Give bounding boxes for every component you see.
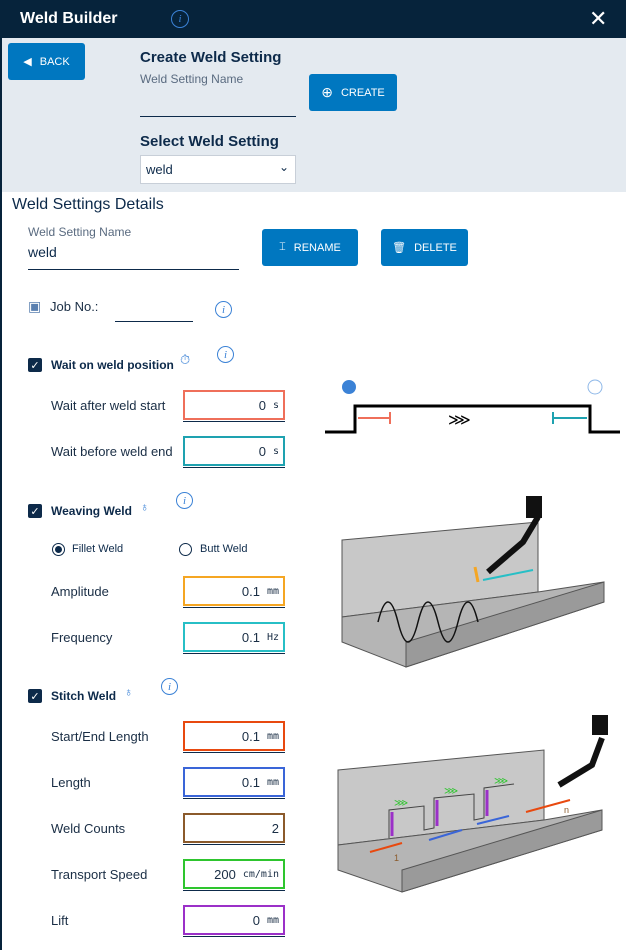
unit: Hz: [266, 631, 279, 643]
new-name-input[interactable]: [140, 90, 296, 117]
unit: mm: [266, 914, 279, 926]
wait-diagram: ⋙: [325, 379, 620, 434]
name-label: Weld Setting Name: [28, 225, 132, 239]
frequency-label: Frequency: [51, 630, 113, 645]
rename-icon: ⌶: [279, 241, 286, 253]
speed-input[interactable]: 200 cm/min: [183, 859, 285, 891]
wait-after-label: Wait after weld start: [51, 398, 166, 413]
value: 0: [252, 912, 260, 928]
timer-icon: ⏱: [180, 352, 191, 367]
wait-label: Wait on weld position: [51, 358, 174, 372]
value: 0: [258, 443, 266, 459]
unit: mm: [266, 585, 279, 597]
info-icon[interactable]: i: [215, 301, 232, 318]
window-title: Weld Builder: [20, 10, 118, 27]
delete-label: DELETE: [414, 241, 457, 254]
svg-text:⋙: ⋙: [448, 410, 471, 429]
back-label: BACK: [39, 55, 70, 68]
butt-label: Butt Weld: [200, 543, 248, 555]
rename-label: RENAME: [293, 241, 341, 254]
create-title: Create Weld Setting: [140, 49, 282, 66]
wait-before-input[interactable]: 0s: [183, 436, 285, 468]
unit: s: [272, 445, 279, 457]
stitch-illustration: ⋙ ⋙ ⋙ 1 n: [337, 715, 608, 893]
select-value: weld: [146, 162, 173, 177]
weaving-icon: ♁: [140, 500, 149, 514]
value: 0.1: [241, 583, 260, 599]
info-icon[interactable]: i: [217, 346, 234, 363]
trash-icon: 🗑: [392, 242, 407, 254]
wait-after-input[interactable]: 0s: [183, 390, 285, 422]
create-label: CREATE: [340, 86, 385, 99]
delete-button[interactable]: 🗑 DELETE: [381, 229, 468, 266]
value: 200: [214, 866, 236, 882]
details-title: Weld Settings Details: [12, 196, 164, 213]
lift-label: Lift: [51, 913, 69, 928]
counts-label: Weld Counts: [51, 821, 126, 836]
unit: s: [272, 399, 279, 411]
amplitude-label: Amplitude: [51, 584, 109, 599]
info-icon[interactable]: i: [176, 492, 193, 509]
back-arrow-icon: ◀: [23, 56, 32, 68]
create-button[interactable]: ⊕ CREATE: [309, 74, 397, 111]
weaving-illustration: [341, 496, 605, 668]
unit: mm: [266, 776, 279, 788]
value: 0.1: [241, 728, 260, 744]
start-end-label: Start/End Length: [51, 729, 149, 744]
select-title: Select Weld Setting: [140, 133, 279, 150]
weld-setting-select[interactable]: weld ⌄: [140, 155, 296, 184]
job-label: Job No.:: [50, 299, 99, 314]
fillet-radio[interactable]: [52, 543, 65, 556]
name-input[interactable]: weld: [28, 244, 239, 270]
butt-radio[interactable]: [179, 543, 192, 556]
unit: mm: [266, 730, 279, 742]
rename-button[interactable]: ⌶ RENAME: [262, 229, 358, 266]
stitch-label: Stitch Weld: [51, 689, 117, 703]
stitch-icon: ♁: [124, 685, 133, 699]
amplitude-input[interactable]: 0.1 mm: [183, 576, 285, 608]
new-name-label: Weld Setting Name: [140, 72, 244, 86]
wait-before-label: Wait before weld end: [51, 444, 173, 459]
fillet-label: Fillet Weld: [72, 543, 124, 555]
svg-text:⋙: ⋙: [494, 776, 508, 787]
start-end-input[interactable]: 0.1 mm: [183, 721, 285, 753]
lift-input[interactable]: 0 mm: [183, 905, 285, 937]
length-label: Length: [51, 775, 91, 790]
weaving-label: Weaving Weld: [51, 504, 132, 518]
length-input[interactable]: 0.1 mm: [183, 767, 285, 799]
counts-input[interactable]: 2: [183, 813, 285, 845]
wait-checkbox[interactable]: ✓: [28, 358, 42, 372]
frequency-input[interactable]: 0.1 Hz: [183, 622, 285, 654]
chevron-down-icon: ⌄: [278, 160, 289, 174]
job-icon: ▣: [28, 298, 42, 314]
plus-circle-icon: ⊕: [321, 84, 333, 100]
back-button[interactable]: ◀ BACK: [8, 43, 85, 80]
weaving-checkbox[interactable]: ✓: [28, 504, 42, 518]
job-input[interactable]: [115, 300, 193, 322]
value: 0.1: [241, 629, 260, 645]
stitch-label-end: n: [564, 805, 569, 815]
info-icon[interactable]: i: [171, 10, 189, 28]
svg-text:⋙: ⋙: [394, 798, 408, 809]
svg-text:⋙: ⋙: [444, 786, 458, 797]
top-panel: [2, 38, 626, 192]
speed-label: Transport Speed: [51, 867, 148, 882]
stitch-label-start: 1: [394, 853, 399, 863]
info-icon[interactable]: i: [161, 678, 178, 695]
value: 0: [258, 397, 266, 413]
value: 0.1: [241, 774, 260, 790]
value: 2: [271, 820, 279, 836]
unit: cm/min: [242, 868, 279, 880]
stitch-checkbox[interactable]: ✓: [28, 689, 42, 703]
close-icon[interactable]: ✕: [589, 6, 607, 32]
